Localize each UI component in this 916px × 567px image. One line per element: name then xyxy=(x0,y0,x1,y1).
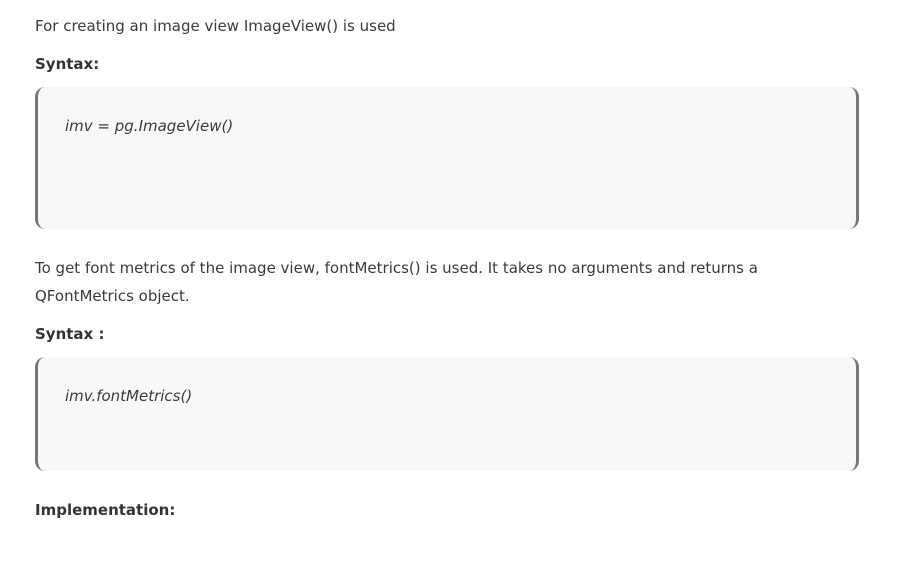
intro-paragraph: For creating an image view ImageView() i… xyxy=(35,17,396,35)
code-line: imv.fontMetrics() xyxy=(65,387,193,405)
implementation-heading: Implementation: xyxy=(35,501,176,519)
syntax-heading-2: Syntax : xyxy=(35,325,105,343)
description-paragraph: To get font metrics of the image view, f… xyxy=(35,259,758,305)
code-block-imageview: imv = pg.ImageView() xyxy=(35,87,859,229)
code-line: imv = pg.ImageView() xyxy=(65,117,234,135)
syntax-heading: Syntax: xyxy=(35,55,100,73)
code-block-fontmetrics: imv.fontMetrics() xyxy=(35,357,859,471)
